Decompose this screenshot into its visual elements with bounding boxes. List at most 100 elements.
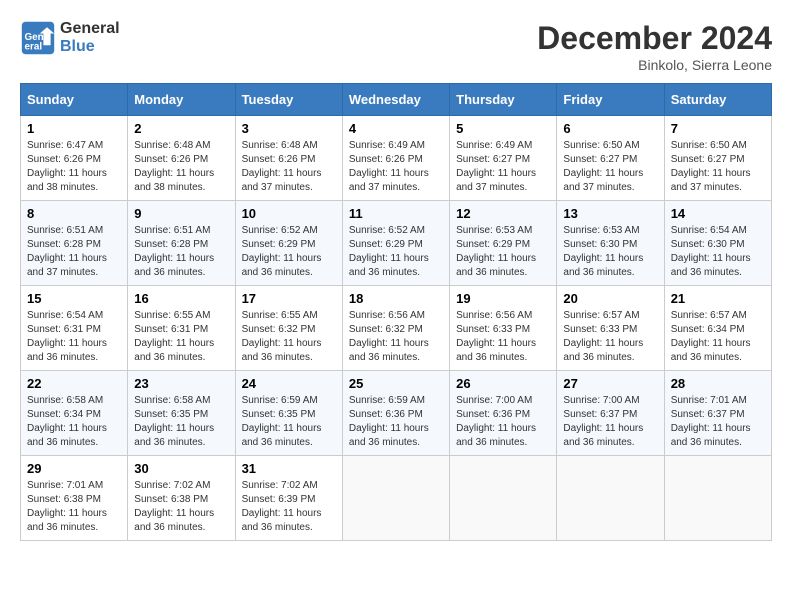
col-wednesday: Wednesday (342, 84, 449, 116)
day-info: Sunrise: 6:59 AMSunset: 6:35 PMDaylight:… (242, 394, 336, 450)
day-number: 14 (671, 206, 765, 221)
day-info: Sunrise: 6:58 AMSunset: 6:34 PMDaylight:… (27, 394, 121, 450)
day-cell-20: 20 Sunrise: 6:57 AMSunset: 6:33 PMDaylig… (557, 286, 664, 371)
day-number: 3 (242, 121, 336, 136)
day-cell-7: 7 Sunrise: 6:50 AMSunset: 6:27 PMDayligh… (664, 116, 771, 201)
day-cell-11: 11 Sunrise: 6:52 AMSunset: 6:29 PMDaylig… (342, 201, 449, 286)
day-cell-3: 3 Sunrise: 6:48 AMSunset: 6:26 PMDayligh… (235, 116, 342, 201)
day-cell-27: 27 Sunrise: 7:00 AMSunset: 6:37 PMDaylig… (557, 371, 664, 456)
col-friday: Friday (557, 84, 664, 116)
month-title: December 2024 (537, 20, 772, 57)
day-number: 26 (456, 376, 550, 391)
day-number: 29 (27, 461, 121, 476)
empty-cell (450, 456, 557, 541)
day-info: Sunrise: 6:58 AMSunset: 6:35 PMDaylight:… (134, 394, 228, 450)
day-number: 18 (349, 291, 443, 306)
day-number: 17 (242, 291, 336, 306)
day-number: 20 (563, 291, 657, 306)
day-info: Sunrise: 6:48 AMSunset: 6:26 PMDaylight:… (242, 139, 336, 195)
calendar-week-1: 1 Sunrise: 6:47 AMSunset: 6:26 PMDayligh… (21, 116, 772, 201)
empty-cell (342, 456, 449, 541)
day-number: 27 (563, 376, 657, 391)
empty-cell (557, 456, 664, 541)
day-info: Sunrise: 6:59 AMSunset: 6:36 PMDaylight:… (349, 394, 443, 450)
day-cell-31: 31 Sunrise: 7:02 AMSunset: 6:39 PMDaylig… (235, 456, 342, 541)
calendar-header-row: Sunday Monday Tuesday Wednesday Thursday… (21, 84, 772, 116)
day-number: 10 (242, 206, 336, 221)
col-sunday: Sunday (21, 84, 128, 116)
day-info: Sunrise: 6:57 AMSunset: 6:33 PMDaylight:… (563, 309, 657, 365)
calendar-week-5: 29 Sunrise: 7:01 AMSunset: 6:38 PMDaylig… (21, 456, 772, 541)
page-header: Gen- eral General Blue December 2024 Bin… (20, 20, 772, 73)
day-cell-18: 18 Sunrise: 6:56 AMSunset: 6:32 PMDaylig… (342, 286, 449, 371)
day-cell-29: 29 Sunrise: 7:01 AMSunset: 6:38 PMDaylig… (21, 456, 128, 541)
day-info: Sunrise: 7:02 AMSunset: 6:39 PMDaylight:… (242, 479, 336, 535)
day-number: 9 (134, 206, 228, 221)
col-monday: Monday (128, 84, 235, 116)
day-cell-30: 30 Sunrise: 7:02 AMSunset: 6:38 PMDaylig… (128, 456, 235, 541)
day-number: 7 (671, 121, 765, 136)
day-number: 2 (134, 121, 228, 136)
day-info: Sunrise: 6:50 AMSunset: 6:27 PMDaylight:… (563, 139, 657, 195)
day-cell-10: 10 Sunrise: 6:52 AMSunset: 6:29 PMDaylig… (235, 201, 342, 286)
day-cell-26: 26 Sunrise: 7:00 AMSunset: 6:36 PMDaylig… (450, 371, 557, 456)
day-info: Sunrise: 6:49 AMSunset: 6:26 PMDaylight:… (349, 139, 443, 195)
day-number: 30 (134, 461, 228, 476)
day-info: Sunrise: 6:56 AMSunset: 6:32 PMDaylight:… (349, 309, 443, 365)
logo: Gen- eral General Blue (20, 20, 120, 56)
day-number: 11 (349, 206, 443, 221)
day-number: 4 (349, 121, 443, 136)
day-cell-8: 8 Sunrise: 6:51 AMSunset: 6:28 PMDayligh… (21, 201, 128, 286)
calendar-week-2: 8 Sunrise: 6:51 AMSunset: 6:28 PMDayligh… (21, 201, 772, 286)
day-info: Sunrise: 6:55 AMSunset: 6:31 PMDaylight:… (134, 309, 228, 365)
day-number: 31 (242, 461, 336, 476)
day-info: Sunrise: 6:55 AMSunset: 6:32 PMDaylight:… (242, 309, 336, 365)
day-cell-1: 1 Sunrise: 6:47 AMSunset: 6:26 PMDayligh… (21, 116, 128, 201)
day-info: Sunrise: 6:56 AMSunset: 6:33 PMDaylight:… (456, 309, 550, 365)
day-number: 24 (242, 376, 336, 391)
svg-text:eral: eral (25, 42, 43, 53)
location: Binkolo, Sierra Leone (537, 57, 772, 73)
calendar-body: 1 Sunrise: 6:47 AMSunset: 6:26 PMDayligh… (21, 116, 772, 541)
day-info: Sunrise: 7:00 AMSunset: 6:36 PMDaylight:… (456, 394, 550, 450)
day-number: 5 (456, 121, 550, 136)
day-cell-14: 14 Sunrise: 6:54 AMSunset: 6:30 PMDaylig… (664, 201, 771, 286)
day-info: Sunrise: 6:54 AMSunset: 6:31 PMDaylight:… (27, 309, 121, 365)
calendar-week-4: 22 Sunrise: 6:58 AMSunset: 6:34 PMDaylig… (21, 371, 772, 456)
day-cell-4: 4 Sunrise: 6:49 AMSunset: 6:26 PMDayligh… (342, 116, 449, 201)
day-number: 12 (456, 206, 550, 221)
day-info: Sunrise: 6:49 AMSunset: 6:27 PMDaylight:… (456, 139, 550, 195)
day-cell-6: 6 Sunrise: 6:50 AMSunset: 6:27 PMDayligh… (557, 116, 664, 201)
calendar-table: Sunday Monday Tuesday Wednesday Thursday… (20, 83, 772, 541)
day-cell-28: 28 Sunrise: 7:01 AMSunset: 6:37 PMDaylig… (664, 371, 771, 456)
day-number: 28 (671, 376, 765, 391)
day-number: 15 (27, 291, 121, 306)
day-info: Sunrise: 7:00 AMSunset: 6:37 PMDaylight:… (563, 394, 657, 450)
day-info: Sunrise: 7:01 AMSunset: 6:37 PMDaylight:… (671, 394, 765, 450)
day-cell-19: 19 Sunrise: 6:56 AMSunset: 6:33 PMDaylig… (450, 286, 557, 371)
empty-cell (664, 456, 771, 541)
col-tuesday: Tuesday (235, 84, 342, 116)
day-info: Sunrise: 7:02 AMSunset: 6:38 PMDaylight:… (134, 479, 228, 535)
calendar-week-3: 15 Sunrise: 6:54 AMSunset: 6:31 PMDaylig… (21, 286, 772, 371)
day-cell-12: 12 Sunrise: 6:53 AMSunset: 6:29 PMDaylig… (450, 201, 557, 286)
day-info: Sunrise: 6:51 AMSunset: 6:28 PMDaylight:… (134, 224, 228, 280)
day-info: Sunrise: 6:53 AMSunset: 6:30 PMDaylight:… (563, 224, 657, 280)
day-cell-16: 16 Sunrise: 6:55 AMSunset: 6:31 PMDaylig… (128, 286, 235, 371)
day-cell-2: 2 Sunrise: 6:48 AMSunset: 6:26 PMDayligh… (128, 116, 235, 201)
day-cell-17: 17 Sunrise: 6:55 AMSunset: 6:32 PMDaylig… (235, 286, 342, 371)
day-number: 1 (27, 121, 121, 136)
day-number: 22 (27, 376, 121, 391)
day-number: 19 (456, 291, 550, 306)
day-cell-25: 25 Sunrise: 6:59 AMSunset: 6:36 PMDaylig… (342, 371, 449, 456)
title-block: December 2024 Binkolo, Sierra Leone (537, 20, 772, 73)
day-number: 8 (27, 206, 121, 221)
day-info: Sunrise: 6:52 AMSunset: 6:29 PMDaylight:… (242, 224, 336, 280)
day-cell-22: 22 Sunrise: 6:58 AMSunset: 6:34 PMDaylig… (21, 371, 128, 456)
col-thursday: Thursday (450, 84, 557, 116)
day-cell-5: 5 Sunrise: 6:49 AMSunset: 6:27 PMDayligh… (450, 116, 557, 201)
day-cell-13: 13 Sunrise: 6:53 AMSunset: 6:30 PMDaylig… (557, 201, 664, 286)
day-info: Sunrise: 6:53 AMSunset: 6:29 PMDaylight:… (456, 224, 550, 280)
col-saturday: Saturday (664, 84, 771, 116)
day-info: Sunrise: 6:48 AMSunset: 6:26 PMDaylight:… (134, 139, 228, 195)
